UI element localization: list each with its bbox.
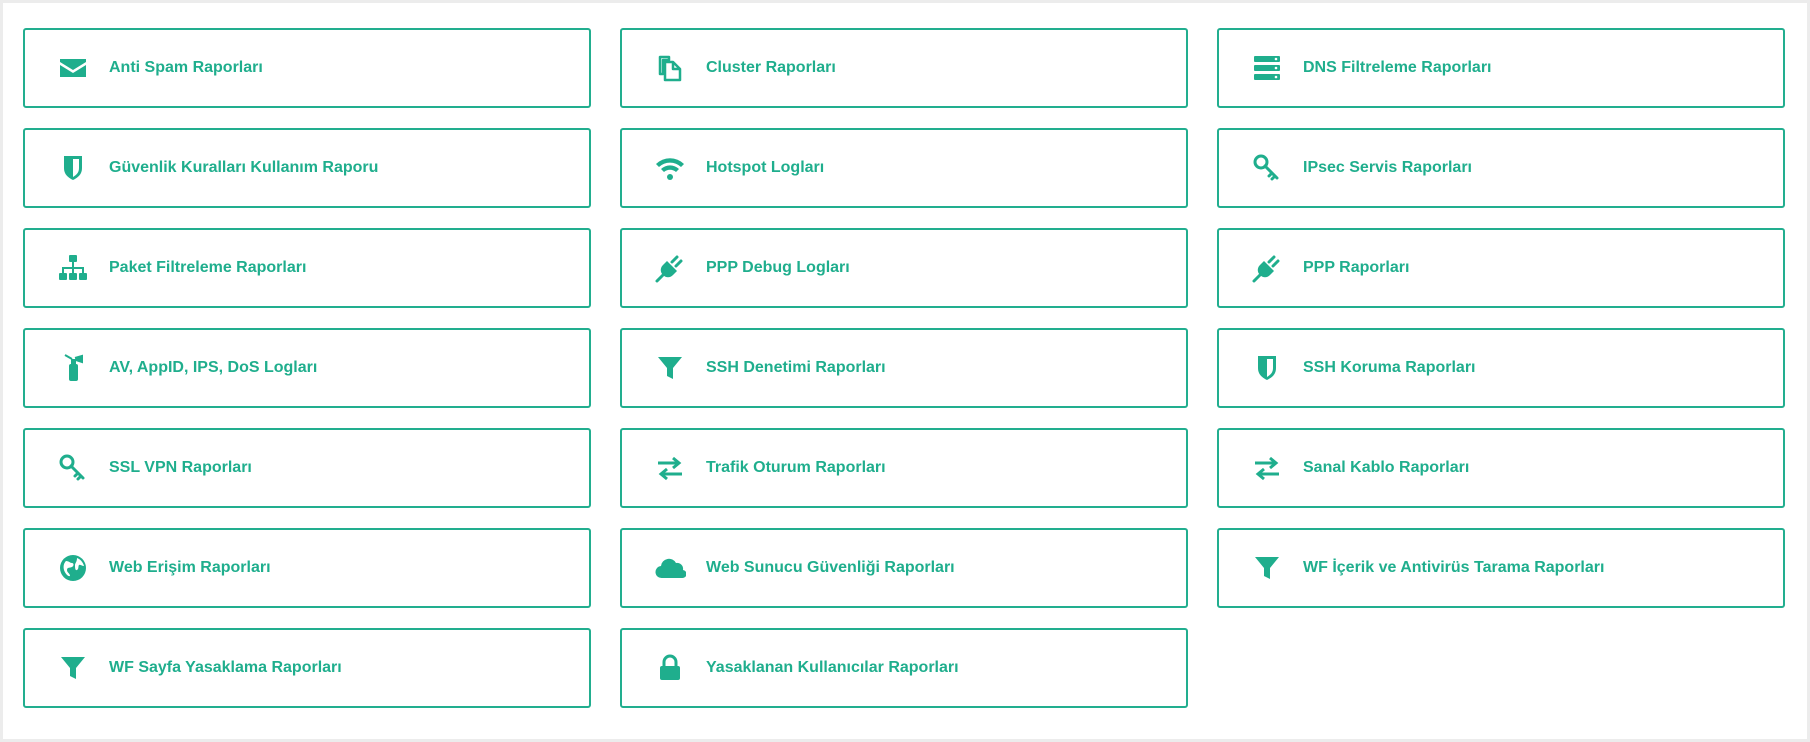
exchange-icon [652,450,688,486]
key-icon [1249,150,1285,186]
report-card-anti-spam[interactable]: Anti Spam Raporları [23,28,591,108]
report-label: AV, AppID, IPS, DoS Logları [109,359,318,376]
report-label: Web Sunucu Güvenliği Raporları [706,559,955,576]
report-label: SSH Denetimi Raporları [706,359,886,376]
report-card-web-access[interactable]: Web Erişim Raporları [23,528,591,608]
report-card-av-appid[interactable]: AV, AppID, IPS, DoS Logları [23,328,591,408]
wifi-icon [652,150,688,186]
report-label: PPP Debug Logları [706,259,850,276]
report-label: DNS Filtreleme Raporları [1303,59,1492,76]
report-card-ipsec[interactable]: IPsec Servis Raporları [1217,128,1785,208]
fire-extinguisher-icon [55,350,91,386]
shield-icon [55,150,91,186]
report-card-ppp-debug[interactable]: PPP Debug Logları [620,228,1188,308]
report-label: WF Sayfa Yasaklama Raporları [109,659,342,676]
server-icon [1249,50,1285,86]
report-label: Sanal Kablo Raporları [1303,459,1470,476]
report-card-banned-users[interactable]: Yasaklanan Kullanıcılar Raporları [620,628,1188,708]
report-card-packet-filter[interactable]: Paket Filtreleme Raporları [23,228,591,308]
report-card-traffic-session[interactable]: Trafik Oturum Raporları [620,428,1188,508]
cloud-icon [652,550,688,586]
report-card-dns-filter[interactable]: DNS Filtreleme Raporları [1217,28,1785,108]
report-label: Anti Spam Raporları [109,59,263,76]
report-label: Hotspot Logları [706,159,825,176]
report-label: Trafik Oturum Raporları [706,459,886,476]
filter-icon [55,650,91,686]
report-card-virtual-cable[interactable]: Sanal Kablo Raporları [1217,428,1785,508]
key-icon [55,450,91,486]
report-card-hotspot[interactable]: Hotspot Logları [620,128,1188,208]
report-label: WF İçerik ve Antivirüs Tarama Raporları [1303,559,1605,576]
report-label: SSH Koruma Raporları [1303,359,1476,376]
report-card-ssl-vpn[interactable]: SSL VPN Raporları [23,428,591,508]
plug-icon [652,250,688,286]
report-label: Yasaklanan Kullanıcılar Raporları [706,659,959,676]
plug-icon [1249,250,1285,286]
report-card-security-rules[interactable]: Güvenlik Kuralları Kullanım Raporu [23,128,591,208]
report-card-ssh-audit[interactable]: SSH Denetimi Raporları [620,328,1188,408]
report-card-web-server-security[interactable]: Web Sunucu Güvenliği Raporları [620,528,1188,608]
report-label: Cluster Raporları [706,59,836,76]
report-card-ssh-protection[interactable]: SSH Koruma Raporları [1217,328,1785,408]
report-label: IPsec Servis Raporları [1303,159,1472,176]
report-label: SSL VPN Raporları [109,459,252,476]
reports-grid: Anti Spam Raporları Cluster Raporları DN… [23,28,1785,708]
copy-icon [652,50,688,86]
envelope-icon [55,50,91,86]
report-card-wf-content-antivirus[interactable]: WF İçerik ve Antivirüs Tarama Raporları [1217,528,1785,608]
lock-icon [652,650,688,686]
exchange-icon [1249,450,1285,486]
report-label: Paket Filtreleme Raporları [109,259,307,276]
reports-panel: Anti Spam Raporları Cluster Raporları DN… [3,3,1807,739]
globe-icon [55,550,91,586]
report-card-ppp[interactable]: PPP Raporları [1217,228,1785,308]
report-label: Web Erişim Raporları [109,559,271,576]
report-card-wf-page-block[interactable]: WF Sayfa Yasaklama Raporları [23,628,591,708]
report-label: PPP Raporları [1303,259,1410,276]
report-label: Güvenlik Kuralları Kullanım Raporu [109,159,379,176]
sitemap-icon [55,250,91,286]
filter-icon [1249,550,1285,586]
filter-icon [652,350,688,386]
shield-icon [1249,350,1285,386]
report-card-cluster[interactable]: Cluster Raporları [620,28,1188,108]
